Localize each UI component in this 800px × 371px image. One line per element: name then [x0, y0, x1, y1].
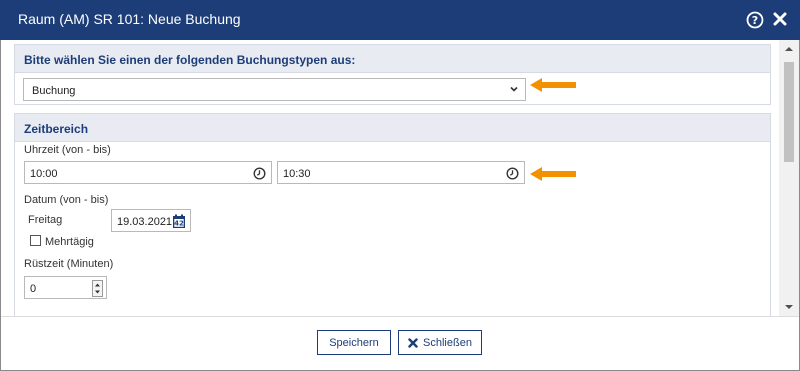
setup-time-value: 0 [30, 283, 37, 295]
time-to-value: 10:30 [283, 168, 311, 180]
scroll-thumb[interactable] [784, 62, 794, 162]
time-range-panel: Zeitbereich Uhrzeit (von - bis) 10:00 10… [14, 113, 771, 316]
content-scrollbar[interactable] [779, 40, 799, 316]
calendar-icon[interactable]: 42 [172, 214, 186, 229]
scroll-up-icon[interactable] [784, 45, 794, 53]
dialog-footer: Speichern Schließen [1, 316, 799, 370]
date-label: Datum (von - bis) [24, 194, 109, 206]
close-icon [408, 337, 418, 348]
date-value: 19.03.2021 [117, 216, 173, 228]
booking-type-heading: Bitte wählen Sie einen der folgenden Buc… [15, 45, 770, 73]
time-from-input[interactable]: 10:00 [24, 161, 272, 184]
booking-type-panel: Bitte wählen Sie einen der folgenden Buc… [14, 44, 771, 105]
time-range-heading: Zeitbereich [15, 114, 770, 142]
chevron-down-icon [510, 86, 518, 92]
booking-type-select[interactable]: Buchung [23, 78, 526, 101]
save-button[interactable]: Speichern [317, 330, 391, 355]
dialog-titlebar: Raum (AM) SR 101: Neue Buchung ? [0, 0, 800, 40]
setup-time-label: Rüstzeit (Minuten) [24, 258, 114, 270]
arrow-left-icon [530, 78, 576, 92]
close-button[interactable]: Schließen [398, 330, 482, 355]
clock-icon[interactable] [506, 167, 519, 180]
booking-type-value: Buchung [32, 85, 76, 97]
multiday-checkbox[interactable] [30, 235, 41, 246]
scroll-down-icon[interactable] [784, 303, 794, 311]
time-from-value: 10:00 [30, 168, 58, 180]
time-label: Uhrzeit (von - bis) [24, 144, 111, 156]
setup-time-input[interactable]: 0 [24, 276, 107, 299]
time-to-input[interactable]: 10:30 [277, 161, 525, 184]
close-icon[interactable] [771, 10, 789, 28]
clock-icon[interactable] [253, 167, 266, 180]
calendar-day: 42 [174, 220, 184, 228]
stepper-arrows-icon[interactable] [93, 281, 102, 296]
dialog-title: Raum (AM) SR 101: Neue Buchung [18, 11, 241, 27]
setup-time-stepper[interactable] [92, 280, 103, 297]
dialog-content: Bitte wählen Sie einen der folgenden Buc… [1, 40, 779, 316]
close-button-label: Schließen [423, 336, 472, 349]
svg-text:?: ? [752, 14, 758, 27]
arrow-left-icon [530, 167, 576, 181]
date-input[interactable]: 19.03.2021 42 [111, 209, 191, 232]
weekday-label: Freitag [28, 214, 63, 226]
multiday-label: Mehrtägig [45, 236, 94, 248]
help-icon[interactable]: ? [746, 11, 764, 29]
